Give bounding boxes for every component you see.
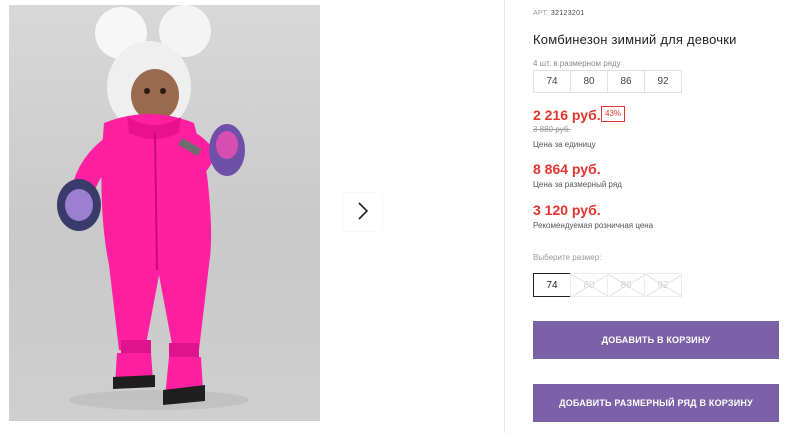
pack-note: 4 шт. в размерном ряду (533, 59, 621, 68)
add-pack-to-cart-button[interactable]: ДОБАВИТЬ РАЗМЕРНЫЙ РЯД В КОРЗИНУ (533, 384, 779, 422)
size-option-86: 86 (607, 273, 645, 297)
pack-size-cell: 86 (607, 70, 645, 93)
pack-price-label: Цена за размерный ряд (533, 180, 622, 189)
discount-badge: 43% (601, 106, 626, 122)
article-label: АРТ. (533, 10, 549, 17)
size-option-92: 92 (644, 273, 682, 297)
pack-size-cell: 80 (570, 70, 608, 93)
pack-size-grid: 74 80 86 92 (533, 70, 682, 93)
rrp-price-label: Рекомендуемая розничная цена (533, 221, 654, 230)
size-selector: 74 80 86 92 (533, 273, 682, 297)
chevron-right-icon (357, 201, 369, 223)
product-title: Комбинезон зимний для девочки (533, 32, 737, 47)
size-option-80: 80 (570, 273, 608, 297)
unit-price: 2 216 руб. (533, 107, 601, 123)
old-price: 3 880 руб. (533, 125, 571, 134)
article-value: 32123201 (550, 10, 585, 17)
rrp-price: 3 120 руб. (533, 202, 601, 218)
pack-size-cell: 74 (533, 70, 571, 93)
article-number: АРТ. 32123201 (533, 10, 584, 17)
product-photo[interactable] (9, 5, 320, 421)
pack-size-cell: 92 (644, 70, 682, 93)
choose-size-label: Выберите размер: (533, 253, 602, 262)
product-info: АРТ. 32123201 Комбинезон зимний для дево… (533, 0, 800, 433)
pack-price: 8 864 руб. (533, 161, 601, 177)
size-option-74[interactable]: 74 (533, 273, 571, 297)
unit-price-label: Цена за единицу (533, 140, 596, 149)
product-gallery (0, 0, 505, 433)
gallery-next-button[interactable] (344, 193, 382, 231)
add-to-cart-button[interactable]: ДОБАВИТЬ В КОРЗИНУ (533, 321, 779, 359)
